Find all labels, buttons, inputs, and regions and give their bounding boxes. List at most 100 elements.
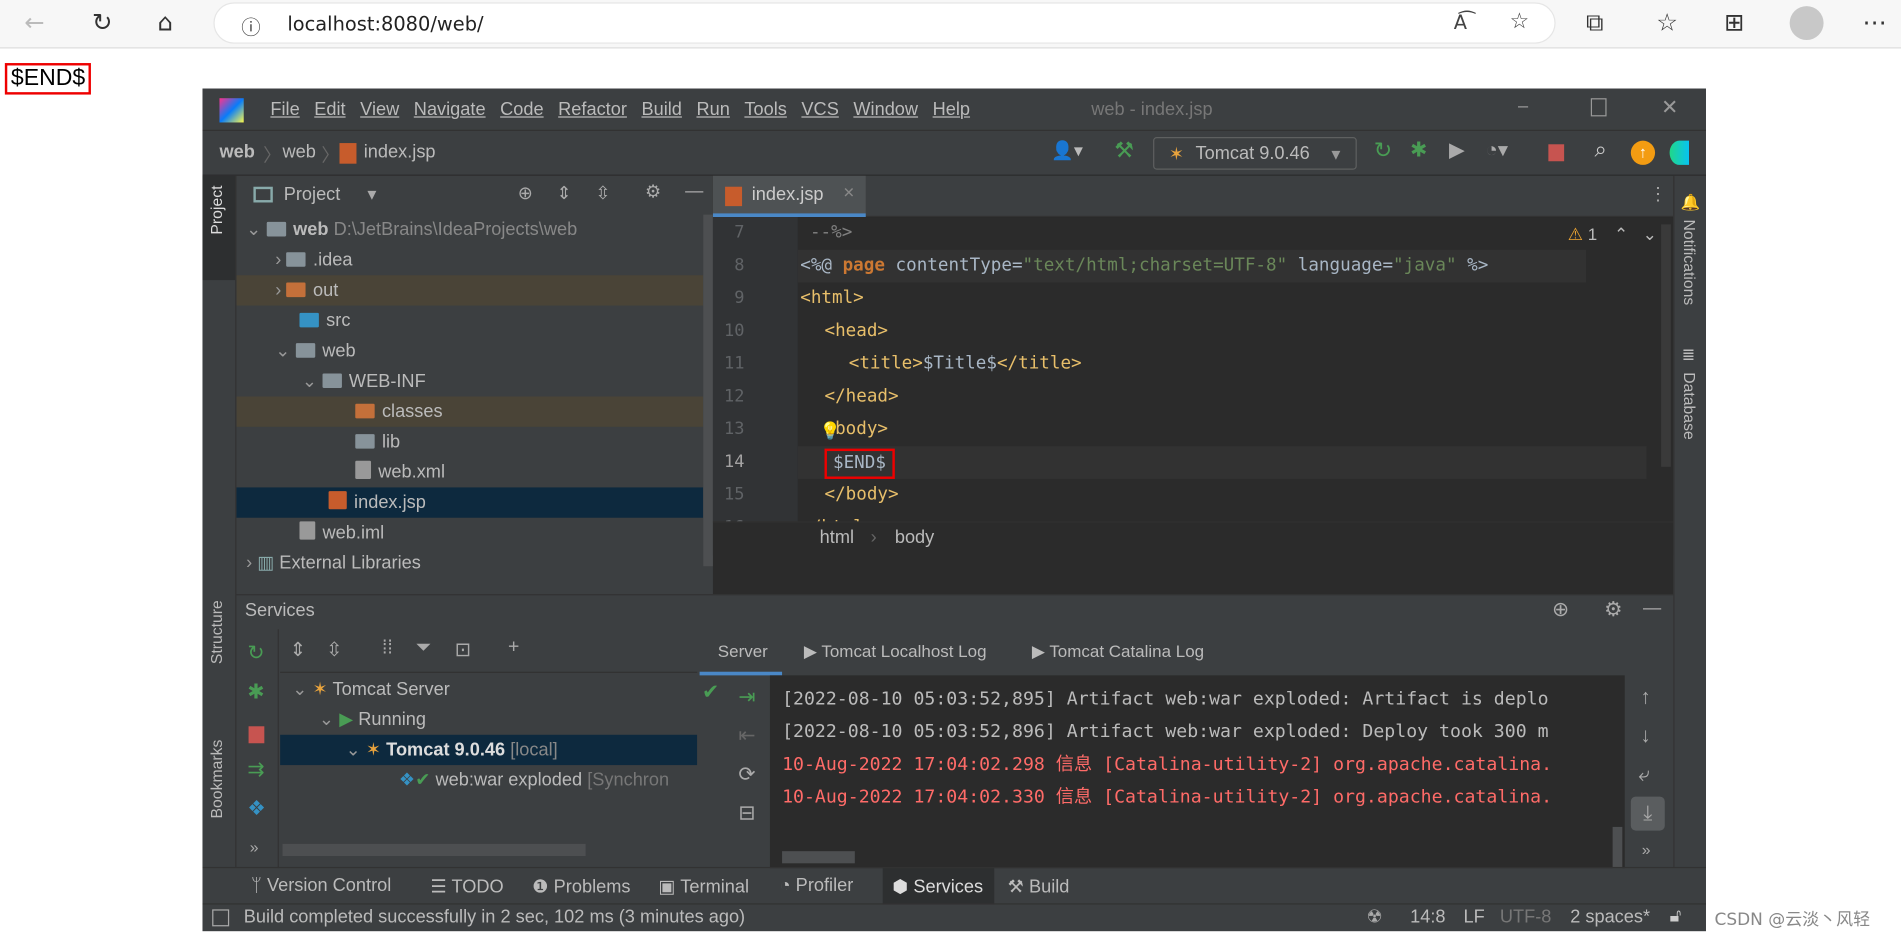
more-icon[interactable]: ⋯	[1862, 7, 1886, 36]
update-app-icon[interactable]: ⇥	[738, 685, 755, 709]
read-aloud-icon[interactable]: A͡	[1454, 11, 1467, 34]
breadcrumb-folder[interactable]: web	[283, 142, 316, 163]
line-separator[interactable]: LF	[1463, 907, 1484, 928]
crumb-html[interactable]: html	[820, 527, 854, 548]
add-favorite-icon[interactable]: ☆	[1510, 8, 1530, 33]
tree-item-index-jsp[interactable]: index.jsp	[236, 487, 704, 518]
menu-view[interactable]: View	[360, 99, 399, 120]
scroll-down-icon[interactable]: ↓	[1641, 724, 1651, 748]
project-tool-button[interactable]: Project	[202, 175, 236, 281]
stop-icon[interactable]	[1548, 144, 1565, 162]
add-service-icon[interactable]: +	[508, 637, 519, 659]
run-config-select[interactable]: ✶ Tomcat 9.0.46 ▾	[1153, 137, 1357, 170]
minimize-button[interactable]: –	[1518, 96, 1528, 117]
tree-item-out[interactable]: › out	[236, 275, 704, 306]
menu-navigate[interactable]: Navigate	[414, 99, 486, 120]
collapse-all-icon[interactable]: ⇳	[326, 638, 342, 662]
address-bar[interactable]: ⓘ localhost:8080/web/ A͡ ☆	[213, 2, 1556, 44]
avatar[interactable]	[1789, 6, 1824, 41]
vcs-user-icon[interactable]: 👤▾	[1051, 139, 1083, 162]
chevron-down-icon[interactable]: ▾	[367, 183, 376, 205]
lock-icon[interactable]: 🔓︎	[1670, 906, 1682, 927]
menu-tools[interactable]: Tools	[744, 99, 786, 120]
inspector-icon[interactable]: ☢	[1366, 906, 1382, 928]
project-scrollbar[interactable]	[703, 214, 713, 567]
crumb-body[interactable]: body	[895, 527, 934, 548]
new-tab-icon[interactable]: ⊡	[455, 638, 471, 662]
tab-server[interactable]: Server	[699, 629, 783, 676]
indent-setting[interactable]: 2 spaces*	[1570, 907, 1650, 928]
tool-windows-toggle-icon[interactable]	[212, 909, 230, 927]
maximize-button[interactable]	[1590, 98, 1607, 117]
status-message[interactable]: Build completed successfully in 2 sec, 1…	[244, 907, 745, 928]
search-icon[interactable]: ⌕	[1594, 137, 1606, 162]
tree-item-lib[interactable]: lib	[236, 427, 703, 457]
tool-tab-problems[interactable]: ❶ Problems	[532, 875, 630, 898]
menu-help[interactable]: Help	[933, 99, 970, 120]
extensions-icon[interactable]: ⧉	[1586, 7, 1603, 36]
tab-index-jsp[interactable]: index.jsp ✕	[712, 175, 866, 218]
tree-item-external-libraries[interactable]: › ▥ External Libraries	[236, 548, 703, 578]
tool-tab-terminal[interactable]: ▣ Terminal	[658, 875, 749, 898]
service-tomcat-instance[interactable]: ⌄ ✶ Tomcat 9.0.46 [local]	[280, 734, 698, 766]
tool-tab-services[interactable]: ⬢ Services	[882, 868, 995, 905]
more-options-icon[interactable]: ⋮	[1649, 183, 1667, 205]
menu-run[interactable]: Run	[696, 99, 729, 120]
project-title[interactable]: Project	[284, 184, 341, 205]
tree-item-web-iml[interactable]: web.iml	[236, 518, 703, 548]
build-hammer-icon[interactable]: ⚒	[1114, 138, 1134, 163]
rerun-icon[interactable]: ↻	[247, 641, 264, 665]
service-running-group[interactable]: ⌄ ▶ Running	[280, 704, 697, 734]
scroll-to-end-icon[interactable]: ⤓	[1630, 796, 1665, 831]
gear-icon[interactable]: ⚙	[1604, 598, 1622, 622]
menu-refactor[interactable]: Refactor	[558, 99, 627, 120]
intention-bulb-icon[interactable]: 💡	[820, 421, 841, 442]
inspection-widget[interactable]: ⚠ 1 ⌃ ⌄	[1568, 224, 1657, 245]
close-button[interactable]: ✕	[1661, 96, 1678, 120]
group-by-icon[interactable]: ⁞⁞	[382, 638, 393, 660]
gear-icon[interactable]: ⚙	[645, 181, 661, 203]
info-icon[interactable]: ⓘ	[241, 11, 260, 40]
tab-catalina-log[interactable]: ▶ Tomcat Catalina Log	[1032, 641, 1204, 662]
artifact-icon[interactable]: ❖	[247, 797, 265, 821]
tool-tab-profiler[interactable]: ◔ Profiler	[780, 875, 854, 896]
close-tab-icon[interactable]: ✕	[843, 184, 855, 201]
console-v-scrollbar[interactable]	[1612, 826, 1623, 869]
tool-tab-todo[interactable]: ☰ TODO	[430, 875, 503, 898]
menu-file[interactable]: File	[270, 99, 299, 120]
service-tomcat-server[interactable]: ⌄ ✶ Tomcat Server	[280, 674, 697, 704]
tool-tab-version-control[interactable]: ᛘ Version Control	[251, 875, 391, 896]
tree-item-web-xml[interactable]: web.xml	[236, 457, 703, 487]
collapse-all-icon[interactable]: ⇳	[595, 182, 610, 204]
profile-icon[interactable]: ◔▾	[1485, 138, 1508, 162]
tree-item-web-inf[interactable]: ⌄ WEB-INF	[236, 366, 703, 396]
toolbox-icon[interactable]	[1669, 140, 1690, 165]
more-actions-icon[interactable]: »	[250, 838, 259, 856]
tree-item-src[interactable]: src	[236, 306, 703, 336]
hide-icon[interactable]: —	[685, 181, 703, 202]
tree-item-web[interactable]: ⌄ web	[236, 336, 703, 366]
deploy-icon[interactable]: ⇉	[247, 758, 264, 782]
tree-scrollbar[interactable]	[282, 843, 586, 857]
debug-icon[interactable]: ✱	[1410, 138, 1427, 162]
soft-wrap-icon[interactable]: ⤶	[1638, 763, 1650, 787]
service-artifact[interactable]: ❖✔ web:war exploded [Synchron	[280, 765, 697, 795]
favorites-icon[interactable]: ☆	[1656, 7, 1678, 36]
tree-item-web-root[interactable]: ⌄ web D:\JetBrains\IdeaProjects\web	[236, 215, 703, 245]
tab-localhost-log[interactable]: ▶ Tomcat Localhost Log	[804, 641, 987, 662]
expand-all-icon[interactable]: ⇕	[290, 638, 306, 662]
editor-scrollbar[interactable]	[1661, 224, 1671, 467]
database-tool-button[interactable]: Database	[1681, 372, 1699, 439]
deploy-all-icon[interactable]: ⊟	[738, 801, 755, 825]
rerun-icon[interactable]: ↻	[1374, 138, 1392, 163]
locate-icon[interactable]: ⊕	[1552, 598, 1569, 622]
breadcrumb-project[interactable]: web	[219, 142, 254, 163]
console-output[interactable]: [2022-08-10 05:03:52,895] Artifact web:w…	[769, 675, 1625, 869]
scroll-up-icon[interactable]: ↑	[1641, 685, 1651, 709]
home-icon[interactable]: ⌂	[158, 7, 173, 36]
refresh-icon[interactable]: ⟳	[738, 763, 755, 787]
file-encoding[interactable]: UTF-8	[1500, 907, 1552, 928]
more-actions-icon[interactable]: »	[1642, 840, 1651, 858]
tool-tab-build[interactable]: ⚒ Build	[1008, 875, 1070, 898]
coverage-icon[interactable]: ▶	[1449, 138, 1465, 162]
